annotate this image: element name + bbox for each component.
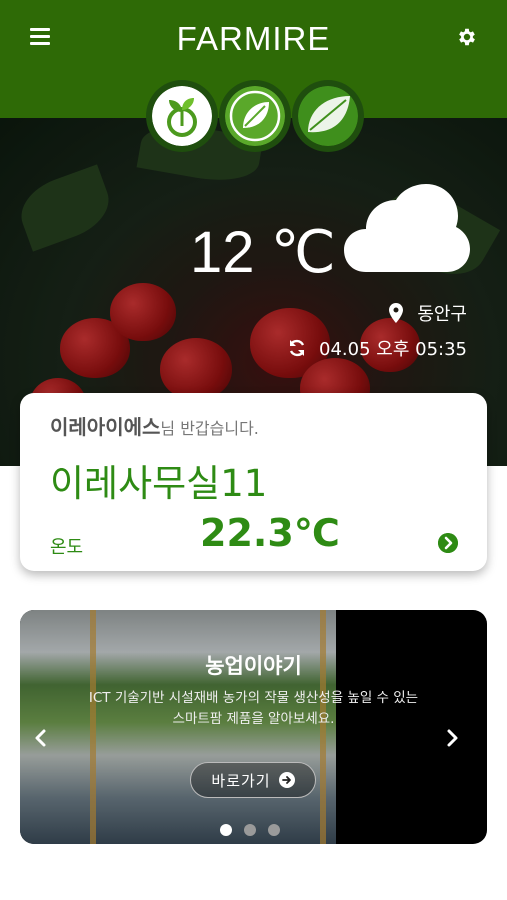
carousel-dot[interactable] — [268, 824, 280, 836]
carousel-dot[interactable] — [220, 824, 232, 836]
carousel-dot[interactable] — [244, 824, 256, 836]
app-title: FARMIRE — [176, 20, 331, 57]
chevron-right-circle-icon[interactable] — [438, 533, 458, 553]
info-carousel: 농업이야기 ICT 기술기반 시설재배 농가의 작물 생산성을 높일 수 있는 … — [20, 610, 487, 844]
leaf-icon[interactable] — [219, 80, 291, 152]
updated-time: 04.05 오후 05:35 — [319, 339, 467, 360]
temperature-label: 온도 — [50, 537, 84, 558]
feature-icon-row — [146, 80, 364, 152]
banner-title: 농업이야기 — [205, 654, 302, 678]
cloud-icon — [344, 184, 470, 272]
carousel-dots — [220, 824, 280, 836]
user-name: 이레아이에스 — [50, 415, 161, 439]
map-pin-icon — [389, 303, 404, 323]
gear-icon[interactable] — [456, 26, 478, 48]
go-button-label: 바로가기 — [211, 771, 271, 790]
description-line: ICT 기술기반 시설재배 농가의 작물 생산성을 높일 수 있는 — [88, 690, 419, 706]
update-row: 04.05 오후 05:35 — [287, 335, 467, 361]
sprout-icon[interactable] — [146, 80, 218, 152]
go-button[interactable]: 바로가기 — [190, 762, 316, 798]
chevron-right-icon[interactable] — [445, 728, 461, 748]
hmfarm-leaf-icon[interactable] — [292, 80, 364, 152]
location-row: 동안구 — [389, 300, 467, 326]
banner-description: ICT 기술기반 시설재배 농가의 작물 생산성을 높일 수 있는 스마트팜 제… — [60, 688, 447, 730]
arrow-right-circle-icon — [278, 772, 295, 788]
greeting-suffix: 님 반갑습니다. — [160, 419, 259, 438]
temperature-value: 22.3℃ — [200, 511, 340, 555]
chevron-left-icon[interactable] — [32, 728, 48, 748]
greeting: 이레아이에스님 반갑습니다. — [50, 411, 259, 440]
farm-status-card[interactable]: 이레아이에스님 반갑습니다. 이레사무실11 온도 22.3℃ — [20, 393, 487, 571]
location-text: 동안구 — [417, 304, 467, 325]
refresh-icon[interactable] — [287, 338, 307, 358]
current-temperature: 12 ℃ — [190, 220, 336, 285]
site-name: 이레사무실11 — [50, 462, 268, 505]
description-line: 스마트팜 제품을 알아보세요. — [172, 711, 335, 727]
